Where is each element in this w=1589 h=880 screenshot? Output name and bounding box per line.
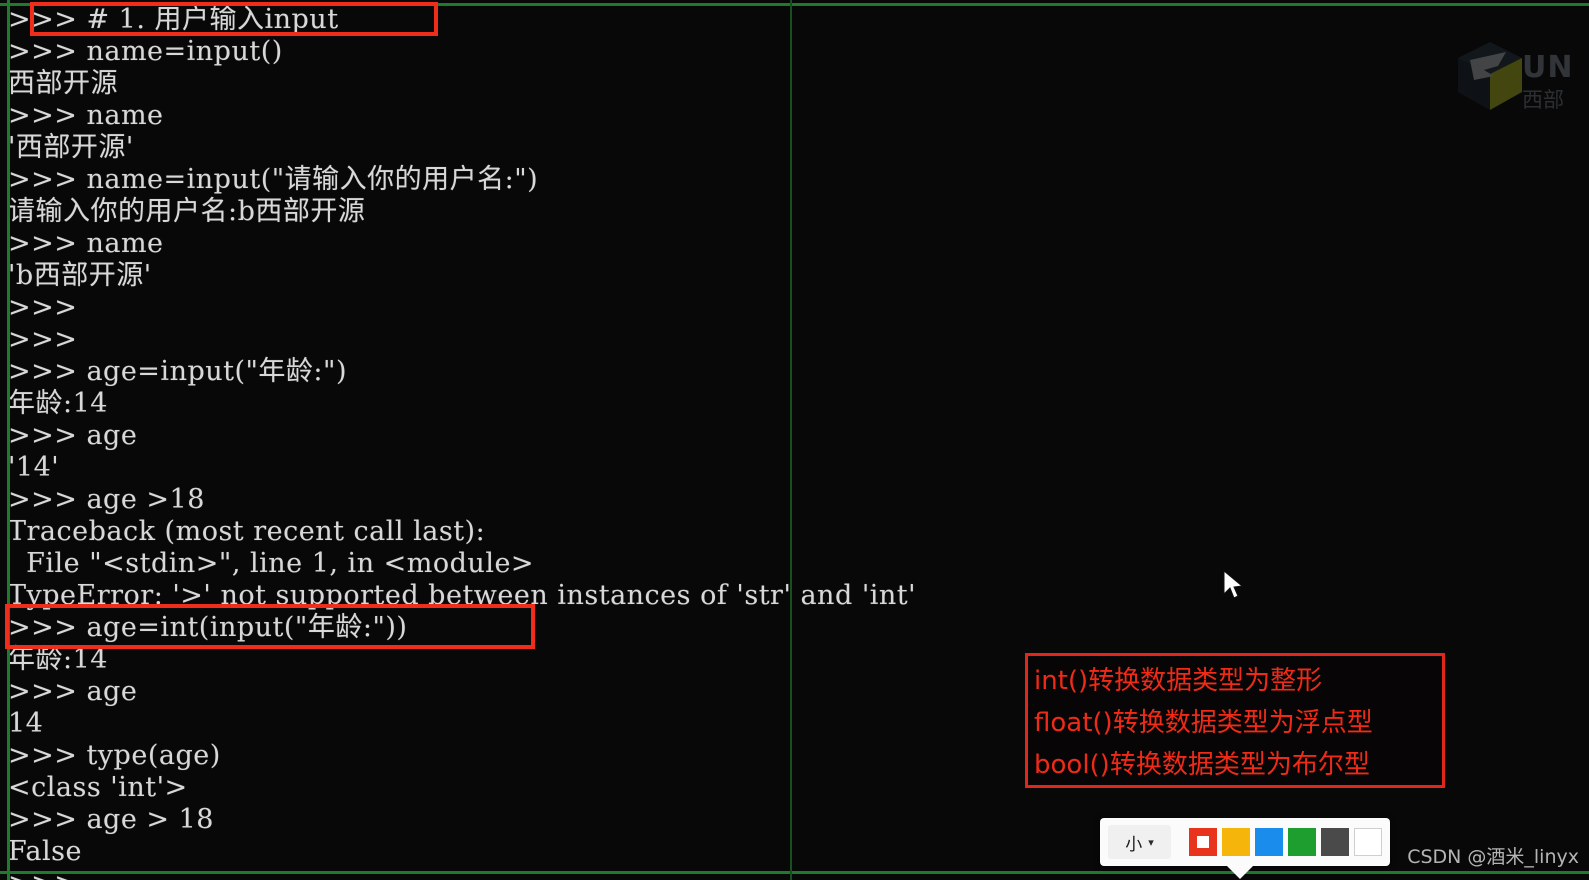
terminal-line: >>> age=input("年龄:") [8,356,347,387]
note-line-float: float()转换数据类型为浮点型 [1034,708,1373,738]
color-white-swatch[interactable] [1354,828,1382,856]
terminal-line: >>> name=input("请输入你的用户名:") [8,164,539,195]
terminal-line: >>> age [8,420,138,451]
terminal-line: >>> [0,868,1589,880]
color-blue-swatch[interactable] [1255,828,1283,856]
terminal-line: >>> [8,324,78,355]
terminal-line: '西部开源' [8,132,134,163]
terminal-line: >>> age >18 [8,484,205,515]
capture-guide-left [7,0,10,880]
swatch-selected-indicator [1197,836,1209,848]
capture-guide-top [0,3,1589,6]
csdn-watermark: CSDN @酒米_linyx [1407,846,1579,868]
color-green-swatch[interactable] [1288,828,1316,856]
terminal-line: 'b西部开源' [8,260,152,291]
color-red-swatch[interactable] [1189,828,1217,856]
terminal-line: Traceback (most recent call last): [8,516,486,547]
capture-guide-tick [790,0,792,880]
terminal-line: >>> [8,292,78,323]
color-amber-swatch[interactable] [1222,828,1250,856]
color-darkgray-swatch[interactable] [1321,828,1349,856]
annotation-toolbar[interactable]: 小 ▾ [1100,818,1390,879]
annotation-note-box: int()转换数据类型为整形 float()转换数据类型为浮点型 bool()转… [1025,653,1445,788]
capture-guide-bottom [0,871,1589,874]
terminal-line: 年龄:14 [8,388,108,419]
terminal-line: >>> # 1. 用户输入input [8,4,339,35]
note-line-int: int()转换数据类型为整形 [1034,666,1323,696]
color-swatch-group[interactable] [1189,828,1382,856]
note-line-bool: bool()转换数据类型为布尔型 [1034,750,1370,780]
terminal-line: 西部开源 [8,68,118,99]
screen-capture: >>> # 1. 用户输入input >>> name=input() 西部开源 >>… [0,0,1589,880]
terminal-line: TypeError: '>' not supported between ins… [8,580,917,611]
terminal-line: >>> age=int(input("年龄:")) [8,612,408,643]
terminal-line: >>> name=input() [8,36,283,67]
terminal-line: >>> name [8,100,164,131]
chevron-down-icon: ▾ [1148,835,1154,849]
stroke-size-dropdown[interactable]: 小 ▾ [1108,825,1171,859]
terminal-line: 请输入你的用户名:b西部开源 [8,196,366,227]
stroke-size-label: 小 [1125,834,1143,855]
terminal-line: '14' [8,452,60,483]
terminal-line: File "<stdin>", line 1, in <module> [8,548,535,579]
terminal-line: >>> name [8,228,164,259]
